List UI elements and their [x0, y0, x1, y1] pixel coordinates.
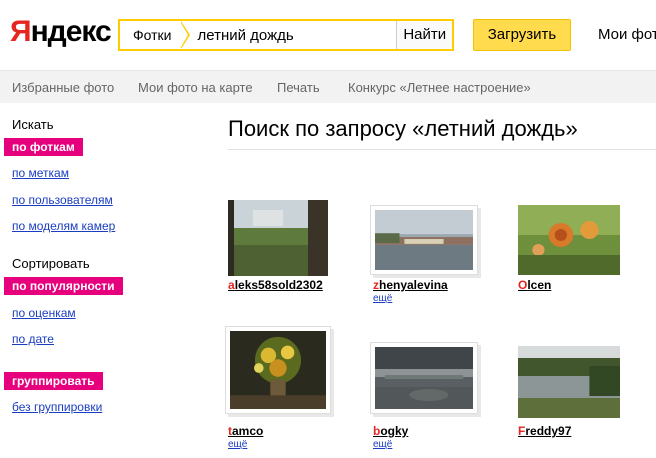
search-service-tag[interactable]: Фотки	[120, 21, 192, 49]
nav-contest[interactable]: Конкурс «Летнее настроение»	[348, 71, 531, 104]
filter-by-camera[interactable]: по моделям камер	[12, 219, 115, 233]
author-link[interactable]: tamco	[228, 424, 263, 438]
author-link[interactable]: aleks58sold2302	[228, 278, 323, 292]
author-link[interactable]: zhenyalevina	[373, 278, 448, 292]
logo-letter: Я	[10, 15, 32, 48]
filter-by-photos[interactable]: по фоткам	[4, 138, 83, 156]
upload-button[interactable]: Загрузить	[473, 19, 571, 51]
author-link[interactable]: Olcen	[518, 278, 551, 292]
photo-thumbnail[interactable]	[225, 326, 331, 414]
no-grouping[interactable]: без группировки	[12, 400, 102, 414]
nav-print[interactable]: Печать	[277, 71, 320, 104]
photo-thumbnail[interactable]	[518, 346, 620, 418]
photo-image	[375, 347, 473, 409]
sort-by-date[interactable]: по дате	[12, 332, 54, 346]
photo-image	[518, 205, 620, 275]
sort-heading: Сортировать	[12, 256, 90, 271]
yandex-logo[interactable]: Яндекс	[10, 12, 112, 52]
photo-thumbnail[interactable]	[518, 205, 620, 275]
search-heading: Искать	[12, 117, 54, 132]
nav-bar: Избранные фото Мои фото на карте Печать …	[0, 70, 656, 103]
photo-thumbnail[interactable]	[228, 200, 328, 276]
header: Яндекс Фотки Найти Загрузить Мои фот	[0, 0, 656, 70]
more-link[interactable]: ещё	[373, 439, 392, 450]
search-button[interactable]: Найти	[396, 21, 452, 49]
photo-thumbnail[interactable]	[370, 205, 478, 275]
photo-image	[228, 200, 328, 276]
nav-favorites[interactable]: Избранные фото	[12, 71, 114, 104]
photo-thumbnail[interactable]	[370, 342, 478, 414]
search-box: Фотки Найти	[118, 19, 454, 51]
photo-image	[518, 346, 620, 418]
sort-by-rating[interactable]: по оценкам	[12, 306, 76, 320]
search-input[interactable]	[181, 21, 397, 49]
filter-by-tags[interactable]: по меткам	[12, 166, 69, 180]
my-photos-link[interactable]: Мои фот	[598, 19, 656, 51]
filter-by-users[interactable]: по пользователям	[12, 193, 113, 207]
sort-by-popularity[interactable]: по популярности	[4, 277, 123, 295]
photo-image	[230, 331, 326, 409]
author-link[interactable]: Freddy97	[518, 424, 571, 438]
more-link[interactable]: ещё	[373, 293, 392, 304]
photo-image	[375, 210, 473, 270]
nav-map[interactable]: Мои фото на карте	[138, 71, 253, 104]
more-link[interactable]: ещё	[228, 439, 247, 450]
logo-text: ндекс	[30, 15, 112, 48]
author-link[interactable]: bogky	[373, 424, 408, 438]
title-divider	[228, 149, 656, 150]
page-title: Поиск по запросу «летний дождь»	[228, 116, 578, 141]
group-toggle[interactable]: группировать	[4, 372, 103, 390]
